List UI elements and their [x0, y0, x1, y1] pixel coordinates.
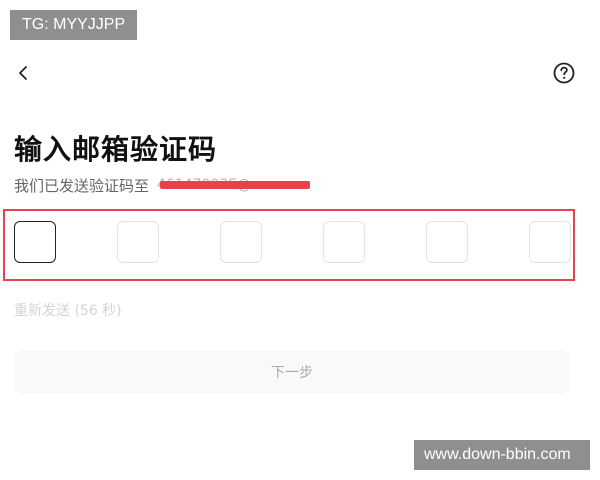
code-input-4[interactable] [323, 221, 365, 263]
next-step-button[interactable]: 下一步 [14, 350, 570, 394]
redaction-bar [160, 181, 310, 189]
code-highlight-frame [3, 209, 575, 281]
watermark-bottom: www.down-bbin.com [414, 440, 590, 470]
help-button[interactable] [552, 61, 576, 85]
code-input-1[interactable] [14, 221, 56, 263]
code-input-3[interactable] [220, 221, 262, 263]
page-title: 输入邮箱验证码 [14, 133, 218, 166]
back-button[interactable] [12, 60, 34, 86]
code-input-2[interactable] [117, 221, 159, 263]
chevron-left-icon [19, 66, 27, 80]
resend-countdown[interactable]: 重新发送 (56 秒) [14, 300, 122, 320]
question-circle-icon [553, 62, 575, 84]
subtitle: 我们已发送验证码至 [14, 176, 150, 195]
code-input-6[interactable] [529, 221, 571, 263]
watermark-top: TG: MYYJJPP [10, 10, 138, 40]
code-input-5[interactable] [426, 221, 468, 263]
